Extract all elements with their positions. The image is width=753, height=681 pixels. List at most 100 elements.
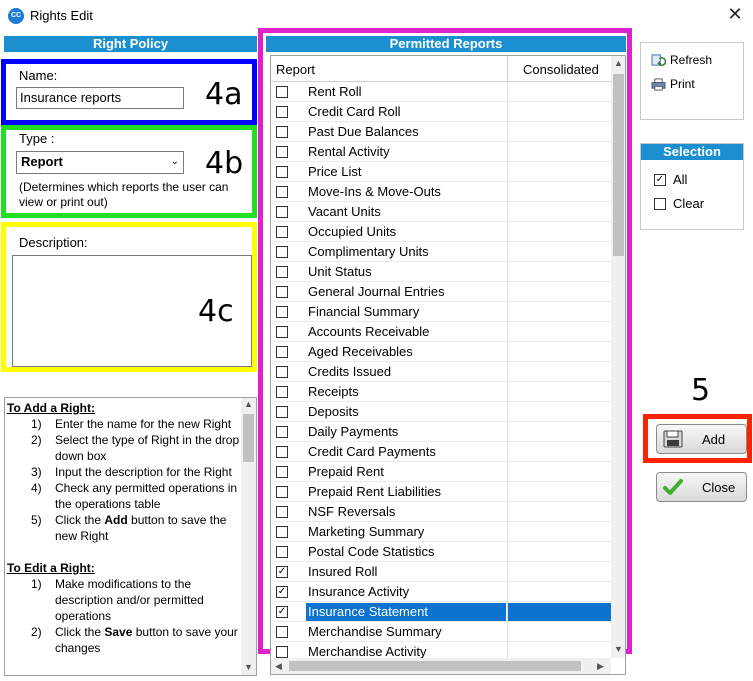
selection-header: Selection: [641, 144, 743, 160]
col-consolidated-header[interactable]: Consolidated: [523, 62, 599, 77]
help-step-number: 1): [31, 577, 42, 591]
report-checkbox[interactable]: [276, 206, 288, 218]
refresh-button[interactable]: Refresh: [651, 53, 712, 67]
report-label: NSF Reversals: [308, 504, 396, 519]
report-row[interactable]: ✓ Insurance Activity: [271, 582, 611, 602]
report-row[interactable]: Aged Receivables: [271, 342, 611, 362]
select-all-checkbox[interactable]: ✓: [654, 174, 666, 186]
report-row[interactable]: Postal Code Statistics: [271, 542, 611, 562]
report-checkbox[interactable]: ✓: [276, 606, 288, 618]
add-button[interactable]: Add: [656, 424, 747, 454]
report-row[interactable]: Vacant Units: [271, 202, 611, 222]
report-label: Vacant Units: [308, 204, 381, 219]
report-checkbox[interactable]: [276, 306, 288, 318]
report-checkbox[interactable]: [276, 446, 288, 458]
help-step-text: Click the: [55, 513, 105, 527]
clear-checkbox[interactable]: [654, 198, 666, 210]
report-checkbox[interactable]: [276, 426, 288, 438]
report-row[interactable]: Rental Activity: [271, 142, 611, 162]
report-checkbox[interactable]: [276, 286, 288, 298]
help-scroll-thumb[interactable]: [243, 414, 254, 462]
report-row[interactable]: Move-Ins & Move-Outs: [271, 182, 611, 202]
printer-icon: [651, 78, 666, 91]
report-label: Accounts Receivable: [308, 324, 430, 339]
refresh-icon: [651, 54, 666, 67]
report-checkbox[interactable]: ✓: [276, 566, 288, 578]
consolidated-cell[interactable]: [508, 603, 611, 621]
report-row[interactable]: Financial Summary: [271, 302, 611, 322]
report-checkbox[interactable]: [276, 406, 288, 418]
column-divider: [507, 182, 508, 202]
scroll-down-icon[interactable]: ▼: [614, 644, 623, 654]
report-checkbox[interactable]: [276, 226, 288, 238]
help-panel[interactable]: To Add a Right: 1) Enter the name for the …: [4, 397, 257, 676]
selection-panel: Selection ✓ All Clear: [640, 143, 744, 230]
report-row[interactable]: Occupied Units: [271, 222, 611, 242]
report-checkbox[interactable]: [276, 346, 288, 358]
report-checkbox[interactable]: ✓: [276, 586, 288, 598]
report-row[interactable]: Prepaid Rent: [271, 462, 611, 482]
col-report-header[interactable]: Report: [276, 62, 315, 77]
scroll-left-icon[interactable]: ◀: [275, 661, 282, 672]
report-row[interactable]: Deposits: [271, 402, 611, 422]
report-row[interactable]: NSF Reversals: [271, 502, 611, 522]
close-window-icon[interactable]: ✕: [725, 4, 745, 24]
scroll-right-icon[interactable]: ▶: [597, 661, 604, 672]
report-row[interactable]: Credit Card Payments: [271, 442, 611, 462]
report-row[interactable]: General Journal Entries: [271, 282, 611, 302]
report-row[interactable]: Credit Card Roll: [271, 102, 611, 122]
reports-scrollbar[interactable]: ▲ ▼: [611, 56, 625, 658]
annotation-label-4a: 4a: [205, 77, 243, 112]
report-checkbox[interactable]: [276, 506, 288, 518]
report-row[interactable]: Unit Status: [271, 262, 611, 282]
report-row[interactable]: Price List: [271, 162, 611, 182]
report-row[interactable]: Rent Roll: [271, 82, 611, 102]
report-checkbox[interactable]: [276, 386, 288, 398]
reports-hscroll-thumb[interactable]: [289, 661, 581, 671]
report-checkbox[interactable]: [276, 106, 288, 118]
app-icon: CC: [8, 8, 24, 24]
column-divider: [507, 402, 508, 422]
report-checkbox[interactable]: [276, 366, 288, 378]
report-row[interactable]: Complimentary Units: [271, 242, 611, 262]
column-divider: [507, 462, 508, 482]
report-checkbox[interactable]: [276, 486, 288, 498]
report-row[interactable]: Past Due Balances: [271, 122, 611, 142]
report-checkbox[interactable]: [276, 266, 288, 278]
permitted-reports-header: Permitted Reports: [266, 36, 626, 52]
scroll-down-icon[interactable]: ▼: [244, 662, 253, 672]
report-checkbox[interactable]: [276, 186, 288, 198]
report-row[interactable]: Prepaid Rent Liabilities: [271, 482, 611, 502]
report-row[interactable]: Merchandise Summary: [271, 622, 611, 642]
add-button-label: Add: [702, 432, 726, 447]
reports-scroll-thumb[interactable]: [613, 74, 624, 256]
report-checkbox[interactable]: [276, 646, 288, 658]
report-checkbox[interactable]: [276, 126, 288, 138]
report-checkbox[interactable]: [276, 146, 288, 158]
report-checkbox[interactable]: [276, 326, 288, 338]
report-row[interactable]: Accounts Receivable: [271, 322, 611, 342]
reports-grid[interactable]: Report Consolidated Rent Roll Credit Card…: [270, 55, 626, 675]
report-row[interactable]: Receipts: [271, 382, 611, 402]
report-checkbox[interactable]: [276, 246, 288, 258]
report-checkbox[interactable]: [276, 626, 288, 638]
report-row[interactable]: Marketing Summary: [271, 522, 611, 542]
report-row[interactable]: ✓ Insured Roll: [271, 562, 611, 582]
report-row[interactable]: Credits Issued: [271, 362, 611, 382]
scroll-up-icon[interactable]: ▲: [614, 58, 623, 68]
close-button[interactable]: Close: [656, 472, 747, 502]
report-row[interactable]: Daily Payments: [271, 422, 611, 442]
column-divider: [507, 242, 508, 262]
report-row[interactable]: ✓ Insurance Statement: [271, 602, 611, 622]
print-button[interactable]: Print: [651, 77, 695, 91]
report-checkbox[interactable]: [276, 166, 288, 178]
scroll-up-icon[interactable]: ▲: [244, 399, 253, 409]
help-scrollbar[interactable]: ▲ ▼: [241, 398, 256, 675]
report-checkbox[interactable]: [276, 526, 288, 538]
report-checkbox[interactable]: [276, 546, 288, 558]
help-step-text: Check any permitted operations in the op…: [55, 481, 238, 511]
help-step-number: 2): [31, 625, 42, 639]
reports-hscrollbar[interactable]: ◀ ▶: [271, 658, 611, 674]
report-checkbox[interactable]: [276, 86, 288, 98]
report-checkbox[interactable]: [276, 466, 288, 478]
